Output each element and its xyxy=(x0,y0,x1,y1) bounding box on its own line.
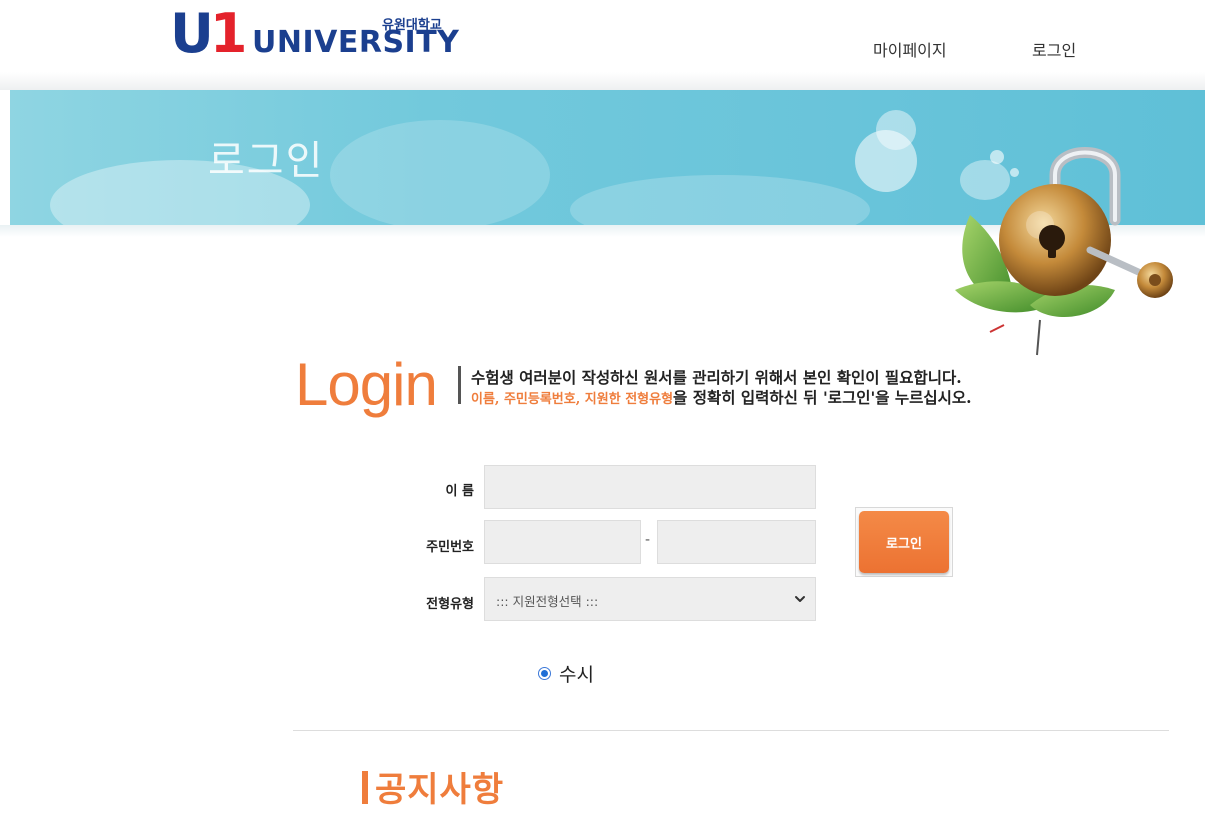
bubble-decoration xyxy=(876,110,916,150)
login-instruction-line1: 수험생 여러분이 작성하신 원서를 관리하기 위해서 본인 확인이 필요합니다. xyxy=(471,368,962,387)
ssn-first-input[interactable] xyxy=(484,520,641,564)
admission-type-label: 전형유형 xyxy=(426,597,474,612)
instruction-rest: 을 정확히 입력하신 뒤 '로그인'을 누르십시오. xyxy=(673,388,972,407)
radio-button[interactable] xyxy=(538,667,551,680)
required-fields-highlight: 이름, 주민등록번호, 지원한 전형유형 xyxy=(471,392,674,407)
header-shadow xyxy=(0,72,1205,90)
logo-mark-one: 1 xyxy=(209,2,248,65)
ssn-second-input[interactable] xyxy=(657,520,816,564)
name-label: 이 름 xyxy=(445,484,474,499)
site-header: U1 UNIVERSITY 유원대학교 마이페이지 로그인 xyxy=(0,0,1205,90)
notice-title-bar xyxy=(362,771,368,804)
cloud-decoration xyxy=(330,120,550,225)
padlock-key-icon xyxy=(955,147,1173,356)
cloud-decoration xyxy=(570,175,870,225)
admission-type-selected: ::: 지원전형선택 ::: xyxy=(496,594,599,609)
ssn-separator: - xyxy=(645,532,651,548)
name-input[interactable] xyxy=(484,465,816,509)
login-button-frame: 로그인 xyxy=(855,507,953,577)
admission-type-select[interactable]: ::: 지원전형선택 ::: xyxy=(484,577,816,621)
radio-susi-label: 수시 xyxy=(559,664,594,686)
chevron-down-icon xyxy=(795,596,805,602)
ssn-label: 주민번호 xyxy=(426,540,474,555)
login-button[interactable]: 로그인 xyxy=(859,511,949,573)
logo-mark: U1 xyxy=(170,2,248,65)
university-logo[interactable]: U1 UNIVERSITY 유원대학교 xyxy=(170,4,470,64)
section-divider xyxy=(293,730,1169,731)
logo-mark-u: U xyxy=(170,2,214,65)
heading-divider xyxy=(458,366,461,404)
notice-title: 공지사항 xyxy=(375,770,505,810)
page-title: 로그인 xyxy=(208,138,325,184)
logo-korean-name: 유원대학교 xyxy=(382,18,442,33)
login-heading: Login xyxy=(295,351,438,418)
nav-login[interactable]: 로그인 xyxy=(1032,37,1076,61)
nav-mypage[interactable]: 마이페이지 xyxy=(873,37,947,61)
radio-checked-dot xyxy=(541,670,548,677)
login-instruction-line2: 이름, 주민등록번호, 지원한 전형유형을 정확히 입력하신 뒤 '로그인'을 … xyxy=(471,386,972,408)
